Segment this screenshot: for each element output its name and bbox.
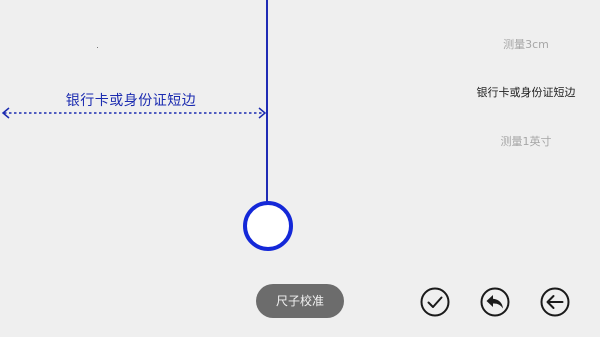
back-button[interactable] xyxy=(540,287,570,317)
option-3cm[interactable]: 测量3cm xyxy=(466,36,586,52)
ruler-calibration-screen: 银行卡或身份证短边 测量3cm 银行卡或身份证短边 测量1英寸 尺子校准 xyxy=(0,0,600,337)
undo-arrow-icon xyxy=(480,287,510,317)
option-card-short-edge[interactable]: 银行卡或身份证短边 xyxy=(466,84,586,100)
calibration-line xyxy=(266,0,268,202)
dashed-double-arrow xyxy=(1,107,267,119)
undo-button[interactable] xyxy=(480,287,510,317)
option-1-inch[interactable]: 测量1英寸 xyxy=(466,133,586,149)
marker-dot xyxy=(97,47,98,48)
calibration-handle[interactable] xyxy=(243,201,293,251)
back-arrow-icon xyxy=(540,287,570,317)
confirm-button[interactable] xyxy=(420,287,450,317)
check-circle-icon xyxy=(420,287,450,317)
measure-guide: 银行卡或身份证短边 xyxy=(0,86,270,120)
calibrate-button[interactable]: 尺子校准 xyxy=(256,284,344,318)
